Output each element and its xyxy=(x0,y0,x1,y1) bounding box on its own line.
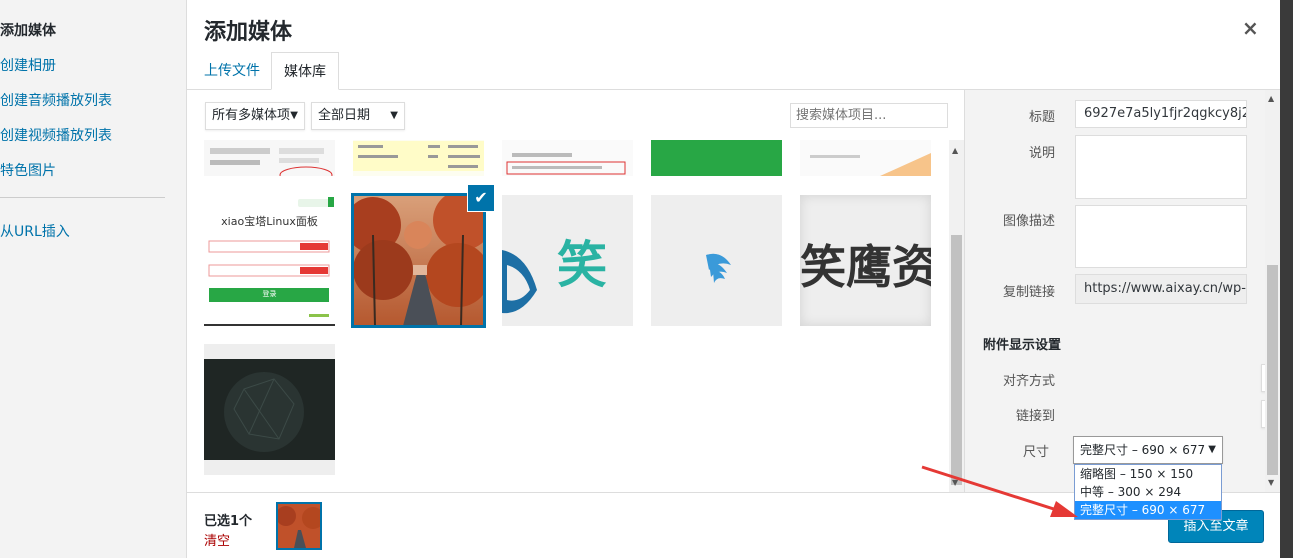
menu-item-video-playlist[interactable]: 创建视频播放列表 xyxy=(0,125,112,145)
attachment-thumbnail[interactable] xyxy=(651,195,782,326)
screenshot-thumbnail-icon xyxy=(204,140,335,176)
title-label: 标题 xyxy=(1028,110,1055,125)
router-tabs: 上传文件 媒体库 xyxy=(187,52,1280,90)
alignment-label: 对齐方式 xyxy=(1002,374,1055,389)
dark-sphere-image-icon xyxy=(204,344,335,475)
scroll-up-icon[interactable]: ▲ xyxy=(952,146,958,155)
checkmark-icon[interactable]: ✔ xyxy=(468,185,494,211)
attachments-toolbar: 所有多媒体项 ▼ 全部日期 ▼ xyxy=(187,90,964,140)
bird-logo-icon xyxy=(651,195,782,326)
tab-upload-files[interactable]: 上传文件 xyxy=(192,52,272,90)
menu-item-add-media[interactable]: 添加媒体 xyxy=(0,20,56,40)
copy-link-label: 复制链接 xyxy=(1002,285,1055,300)
date-filter-value: 全部日期 xyxy=(318,108,371,123)
attachment-thumbnail[interactable]: 笑 xyxy=(502,195,633,326)
size-select[interactable]: 完整尺寸 – 690 × 677 ▼ xyxy=(1073,436,1223,464)
attachment-thumbnail[interactable] xyxy=(651,140,782,176)
attachment-thumbnail[interactable] xyxy=(800,140,931,176)
modal-title: 添加媒体 xyxy=(204,20,293,45)
scroll-up-icon[interactable]: ▲ xyxy=(1268,94,1274,103)
link-to-label: 链接到 xyxy=(1015,409,1055,424)
annotation-arrow-icon xyxy=(921,465,1078,517)
media-frame-menu: 添加媒体 创建相册 创建音频播放列表 创建视频播放列表 特色图片 从URL插入 xyxy=(0,0,187,558)
date-filter[interactable]: 全部日期 ▼ xyxy=(311,102,405,130)
copy-link-field[interactable]: https://www.aixay.cn/wp-cc xyxy=(1075,274,1247,304)
close-icon[interactable]: × xyxy=(1242,16,1259,40)
size-dropdown-list: 缩略图 – 150 × 150 中等 – 300 × 294 完整尺寸 – 69… xyxy=(1074,464,1222,520)
autumn-road-photo-icon xyxy=(278,504,320,548)
chart-thumbnail-icon xyxy=(800,140,931,176)
chevron-down-icon: ▼ xyxy=(1208,444,1216,455)
logo-text: 笑鹰资 xyxy=(800,240,931,294)
attachment-thumbnail[interactable] xyxy=(204,140,335,176)
attachment-thumbnail[interactable] xyxy=(204,344,335,475)
autumn-road-photo-icon xyxy=(353,195,484,326)
attachment-thumbnail[interactable]: xiao宝塔Linux面板 登录 xyxy=(204,195,335,326)
attachment-thumbnail-selected[interactable] xyxy=(351,193,486,328)
menu-item-create-gallery[interactable]: 创建相册 xyxy=(0,55,56,75)
media-type-filter[interactable]: 所有多媒体项 ▼ xyxy=(205,102,305,130)
attachment-thumbnail[interactable] xyxy=(353,140,484,176)
size-value: 完整尺寸 – 690 × 677 xyxy=(1080,443,1206,457)
menu-item-audio-playlist[interactable]: 创建音频播放列表 xyxy=(0,90,112,110)
attachment-thumbnail[interactable]: 笑鹰资 xyxy=(800,195,931,326)
selection-thumbnail[interactable] xyxy=(276,502,322,550)
chevron-down-icon: ▼ xyxy=(390,110,398,121)
caption-textarea[interactable] xyxy=(1075,135,1247,199)
menu-separator xyxy=(0,197,165,198)
title-field[interactable]: 6927e7a5ly1fjr2qgkcy8j20j6 xyxy=(1075,100,1247,128)
tab-media-library[interactable]: 媒体库 xyxy=(271,52,339,90)
attachments-grid: xiao宝塔Linux面板 登录 ✔ 笑 笑鹰资 xyxy=(187,140,964,492)
clear-selection-link[interactable]: 清空 xyxy=(204,530,230,549)
scroll-down-icon[interactable]: ▼ xyxy=(1268,478,1274,487)
code-table-thumbnail-icon xyxy=(353,140,484,176)
chevron-down-icon: ▼ xyxy=(290,110,298,121)
media-modal: 添加媒体 × 上传文件 媒体库 所有多媒体项 ▼ 全部日期 ▼ 搜索媒体项目..… xyxy=(187,0,1293,558)
attachment-details-sidebar: 标题 6927e7a5ly1fjr2qgkcy8j20j6 说明 图像描述 复制… xyxy=(964,90,1293,492)
menu-item-insert-from-url[interactable]: 从URL插入 xyxy=(0,221,70,241)
caption-label: 说明 xyxy=(1028,146,1055,161)
media-type-filter-value: 所有多媒体项 xyxy=(212,108,291,123)
scrollbar-thumb[interactable] xyxy=(1267,265,1278,475)
selection-count: 已选1个 xyxy=(204,514,253,529)
window-edge xyxy=(1280,0,1293,558)
menu-item-featured-image[interactable]: 特色图片 xyxy=(0,160,56,180)
size-option-thumbnail[interactable]: 缩略图 – 150 × 150 xyxy=(1075,465,1221,483)
size-option-full[interactable]: 完整尺寸 – 690 × 677 xyxy=(1075,501,1221,519)
scrollbar-thumb[interactable] xyxy=(951,235,962,485)
alt-text-label: 图像描述 xyxy=(1002,214,1055,229)
baota-title: xiao宝塔Linux面板 xyxy=(221,215,318,228)
baota-login: 登录 xyxy=(262,290,277,298)
sidebar-scrollbar[interactable]: ▲ ▼ xyxy=(1265,90,1280,492)
grid-scrollbar[interactable]: ▲ ▼ xyxy=(949,140,964,492)
screenshot-thumbnail-icon xyxy=(502,140,633,176)
size-option-medium[interactable]: 中等 – 300 × 294 xyxy=(1075,483,1221,501)
attachment-thumbnail[interactable] xyxy=(502,140,633,176)
search-input[interactable] xyxy=(790,103,948,128)
display-settings-heading: 附件显示设置 xyxy=(983,338,1062,353)
green-image-icon xyxy=(651,140,782,176)
alt-text-textarea[interactable] xyxy=(1075,205,1247,268)
logo-text: 笑 xyxy=(557,236,607,294)
